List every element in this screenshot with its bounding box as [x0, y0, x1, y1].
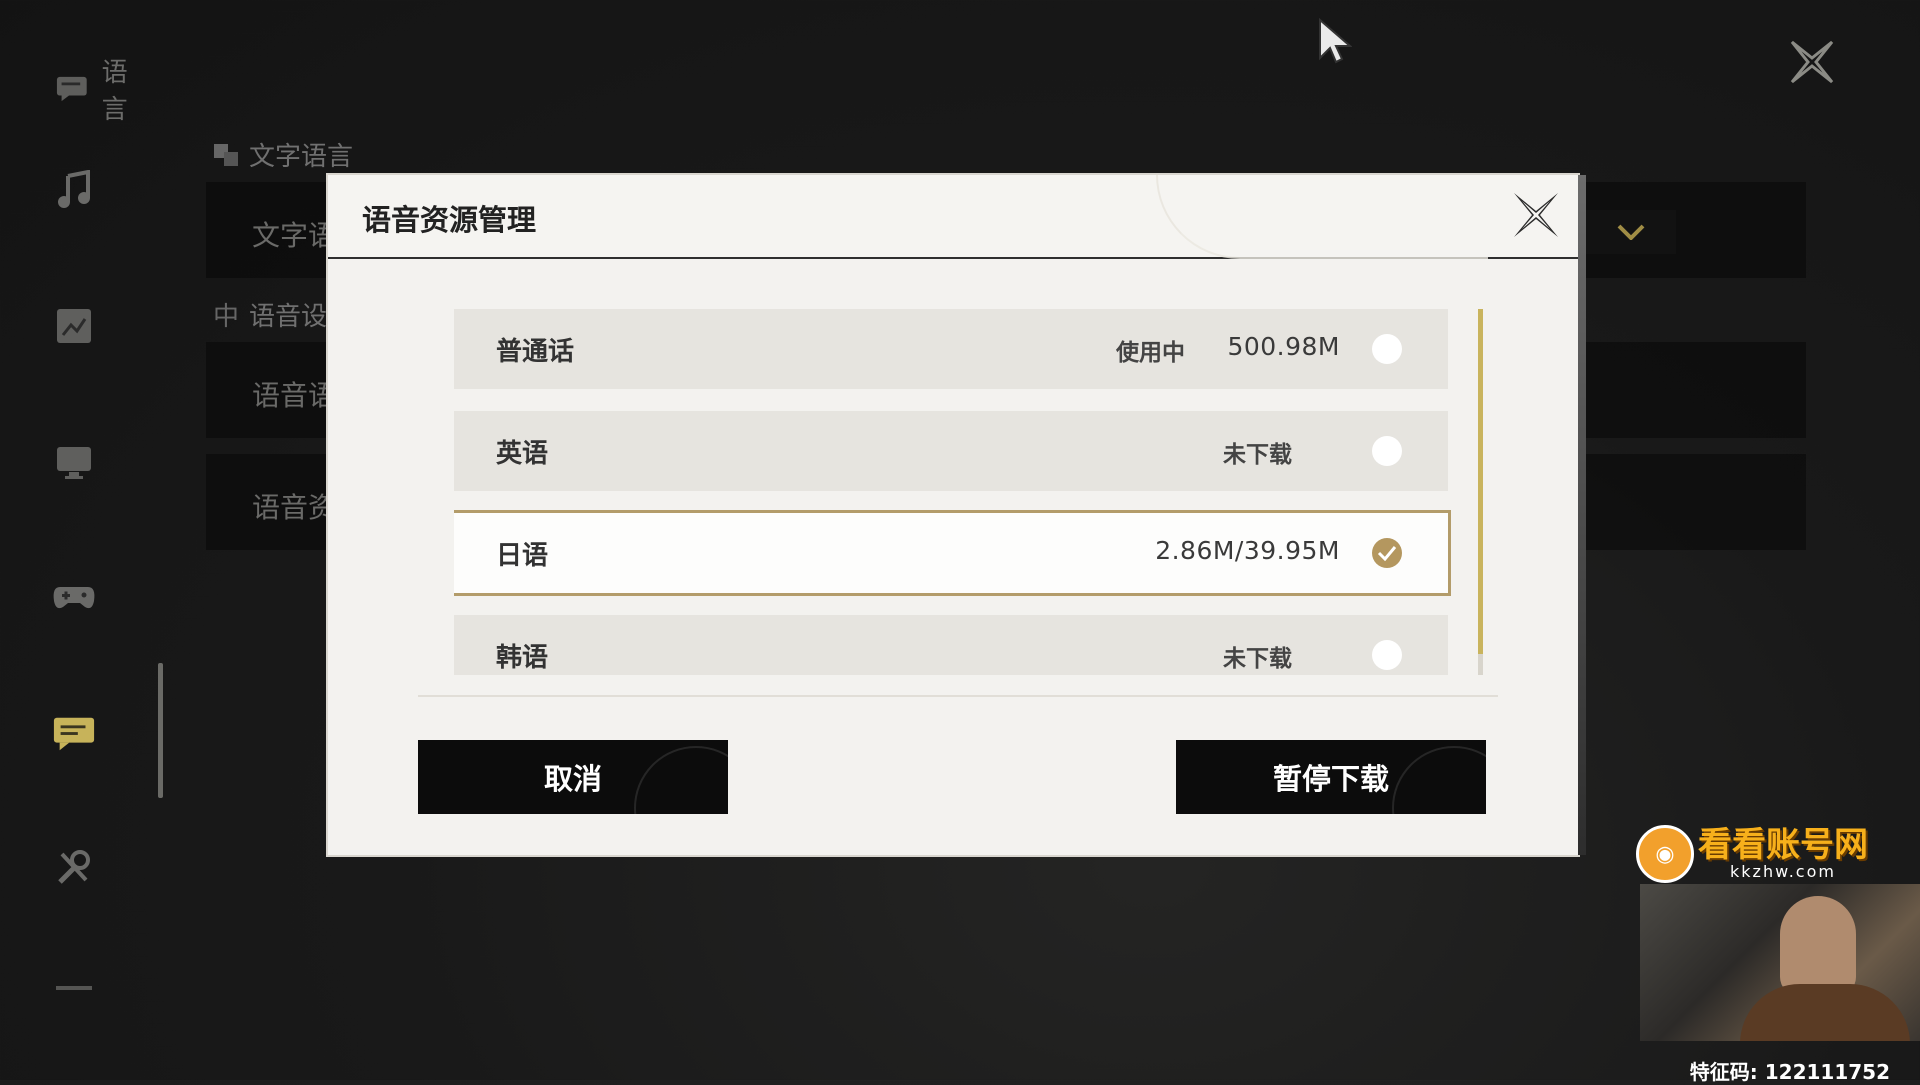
radio-button[interactable]	[1372, 436, 1402, 466]
gamepad-icon[interactable]	[52, 576, 96, 620]
checkmark-icon	[1377, 546, 1397, 561]
sidebar-item-language[interactable]: 语言	[56, 52, 150, 126]
close-icon[interactable]	[1510, 189, 1562, 241]
watermark-logo-icon: ◉	[1636, 825, 1694, 883]
language-status: 未下载	[1223, 646, 1292, 672]
language-name: 英语	[496, 439, 549, 469]
settings-close-icon[interactable]	[1786, 36, 1838, 88]
list-item-english[interactable]: 英语 未下载	[454, 411, 1448, 491]
webcam-person-body	[1740, 984, 1910, 1041]
more-icon[interactable]	[52, 966, 96, 1010]
watermark-text-block: 看看账号网 kkzhw.com	[1698, 828, 1868, 881]
language-status: 使用中	[1116, 340, 1185, 366]
language-name: 普通话	[496, 337, 575, 367]
modal-header: 语音资源管理	[328, 175, 1578, 259]
message-icon[interactable]	[52, 712, 96, 756]
sidebar-language-label: 语言	[101, 58, 128, 125]
header-decoration	[1156, 175, 1488, 259]
scrollbar-thumb[interactable]	[1478, 309, 1483, 654]
voice-resource-modal: 语音资源管理 普通话 使用中 500.98M 英语 未下载 日语 2.86M/3…	[328, 175, 1586, 855]
language-status: 未下载	[1223, 442, 1292, 468]
divider	[418, 695, 1498, 697]
text-language-dropdown[interactable]	[1586, 210, 1676, 254]
text-language-section-title: 文字语言	[213, 136, 353, 173]
modal-edge	[1578, 175, 1586, 855]
list-item-mandarin[interactable]: 普通话 使用中 500.98M	[454, 309, 1448, 389]
monitor-icon[interactable]	[52, 441, 96, 485]
sidebar-active-indicator	[158, 663, 163, 798]
voice-section-title: 中 语音设	[213, 296, 327, 333]
pause-download-button[interactable]: 暂停下载	[1176, 740, 1486, 814]
language-name: 日语	[496, 541, 549, 571]
radio-button[interactable]	[1372, 334, 1402, 364]
chevron-down-icon	[1617, 224, 1645, 240]
language-list[interactable]: 普通话 使用中 500.98M 英语 未下载 日语 2.86M/39.95M 韩…	[454, 309, 1452, 675]
watermark-title: 看看账号网	[1698, 824, 1868, 865]
scrollbar[interactable]	[1478, 309, 1483, 675]
list-item-korean[interactable]: 韩语 未下载	[454, 615, 1448, 675]
cancel-button[interactable]: 取消	[418, 740, 728, 814]
webcam-feed	[1640, 884, 1920, 1041]
voice-section-marker: 中	[213, 302, 240, 332]
list-item-japanese[interactable]: 日语 2.86M/39.95M	[454, 513, 1448, 593]
music-note-icon[interactable]	[52, 168, 96, 212]
modal-title: 语音资源管理	[362, 203, 537, 237]
tools-icon[interactable]	[52, 846, 96, 890]
download-progress: 2.86M/39.95M	[1155, 536, 1340, 565]
webcam-person-head	[1780, 896, 1856, 996]
settings-sidebar: 语言	[0, 0, 163, 1080]
radio-button[interactable]	[1372, 640, 1402, 670]
language-size: 500.98M	[1227, 332, 1340, 361]
display-icon[interactable]	[52, 304, 96, 348]
translate-icon	[214, 143, 238, 166]
chat-icon	[56, 76, 87, 102]
mouse-cursor-icon	[1319, 18, 1352, 64]
language-name: 韩语	[496, 643, 549, 673]
watermark: ◉ 看看账号网 kkzhw.com	[1636, 825, 1868, 883]
feature-code: 特征码: 122111752	[1689, 1060, 1890, 1084]
radio-button-checked[interactable]	[1372, 538, 1402, 568]
